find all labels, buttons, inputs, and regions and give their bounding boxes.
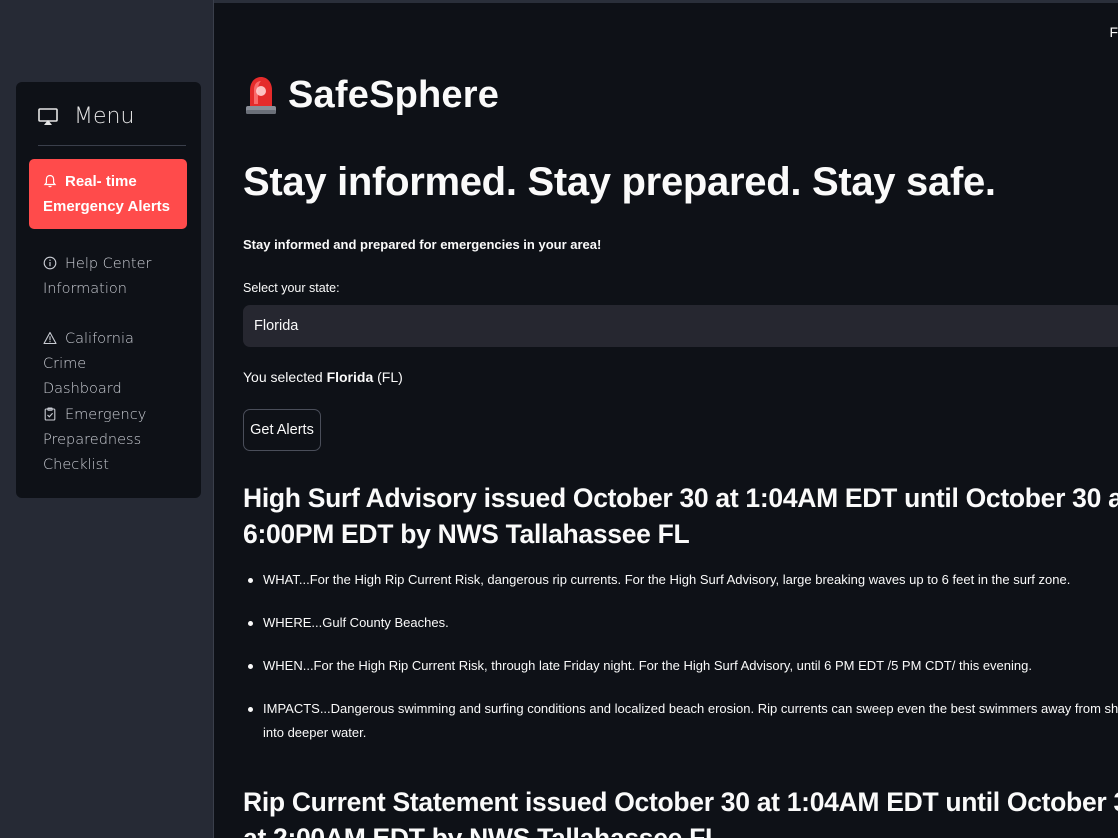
state-select-value: Florida [254, 318, 299, 334]
sidebar-item-label: Checklist [43, 457, 109, 473]
get-alerts-button[interactable]: Get Alerts [243, 409, 321, 451]
sidebar-item-help-center[interactable]: Help Center Information [29, 242, 187, 312]
list-item: WHAT...For the High Rip Current Risk, da… [243, 568, 1118, 592]
alert-title: High Surf Advisory issued October 30 at … [243, 483, 1118, 549]
list-item: WHEN...For the High Rip Current Risk, th… [243, 654, 1118, 678]
sidebar-item-label: Real- time [65, 173, 137, 190]
selected-suffix: (FL) [373, 369, 403, 385]
sidebar-item-preparedness-checklist[interactable]: Emergency Preparedness Checklist [29, 393, 187, 488]
warning-icon [43, 331, 57, 345]
state-select-label: Select your state: [243, 281, 340, 295]
sidebar-item-label: Emergency [65, 407, 147, 423]
siren-icon [246, 77, 276, 114]
app-root: Menu Real- time Emergency Alerts Help Ce… [0, 0, 1118, 838]
sidebar-item-label: Preparedness [43, 432, 142, 448]
sidebar-item-label: Emergency Alerts [43, 198, 171, 215]
info-icon [43, 256, 57, 270]
sidebar: Menu Real- time Emergency Alerts Help Ce… [0, 0, 214, 838]
list-item: IMPACTS...Dangerous swimming and surfing… [243, 697, 1118, 745]
top-divider [214, 0, 1118, 3]
selected-state-text: You selected Florida (FL) [243, 369, 403, 385]
main-content: F SafeSphere Stay informed. Stay prepare… [214, 0, 1118, 838]
selected-state-name: Florida [326, 369, 374, 385]
menu-title: Menu [74, 104, 135, 129]
sidebar-item-label: Help Center [65, 256, 152, 272]
sidebar-item-label: Information [43, 281, 127, 297]
app-title: SafeSphere [244, 70, 499, 120]
app-name: SafeSphere [288, 73, 500, 116]
selected-prefix: You selected [243, 369, 327, 385]
list-item: WHERE...Gulf County Beaches. [243, 611, 1118, 635]
clipboard-check-icon [44, 407, 56, 421]
alert-details-list: WHAT...For the High Rip Current Risk, da… [243, 568, 1118, 764]
page-headline: Stay informed. Stay prepared. Stay safe. [243, 160, 996, 204]
toolbar-menu-label[interactable]: F [1109, 24, 1118, 40]
page-subheading: Stay informed and prepared for emergenci… [243, 237, 602, 252]
bell-icon [43, 174, 57, 188]
menu-card: Menu Real- time Emergency Alerts Help Ce… [16, 82, 201, 498]
sidebar-item-real-time-alerts[interactable]: Real- time Emergency Alerts [29, 159, 187, 229]
alert-title: Rip Current Statement issued October 30 … [243, 787, 1118, 838]
cast-icon [38, 108, 58, 125]
menu-header: Menu [38, 102, 186, 146]
state-select[interactable]: Florida [243, 305, 1118, 347]
